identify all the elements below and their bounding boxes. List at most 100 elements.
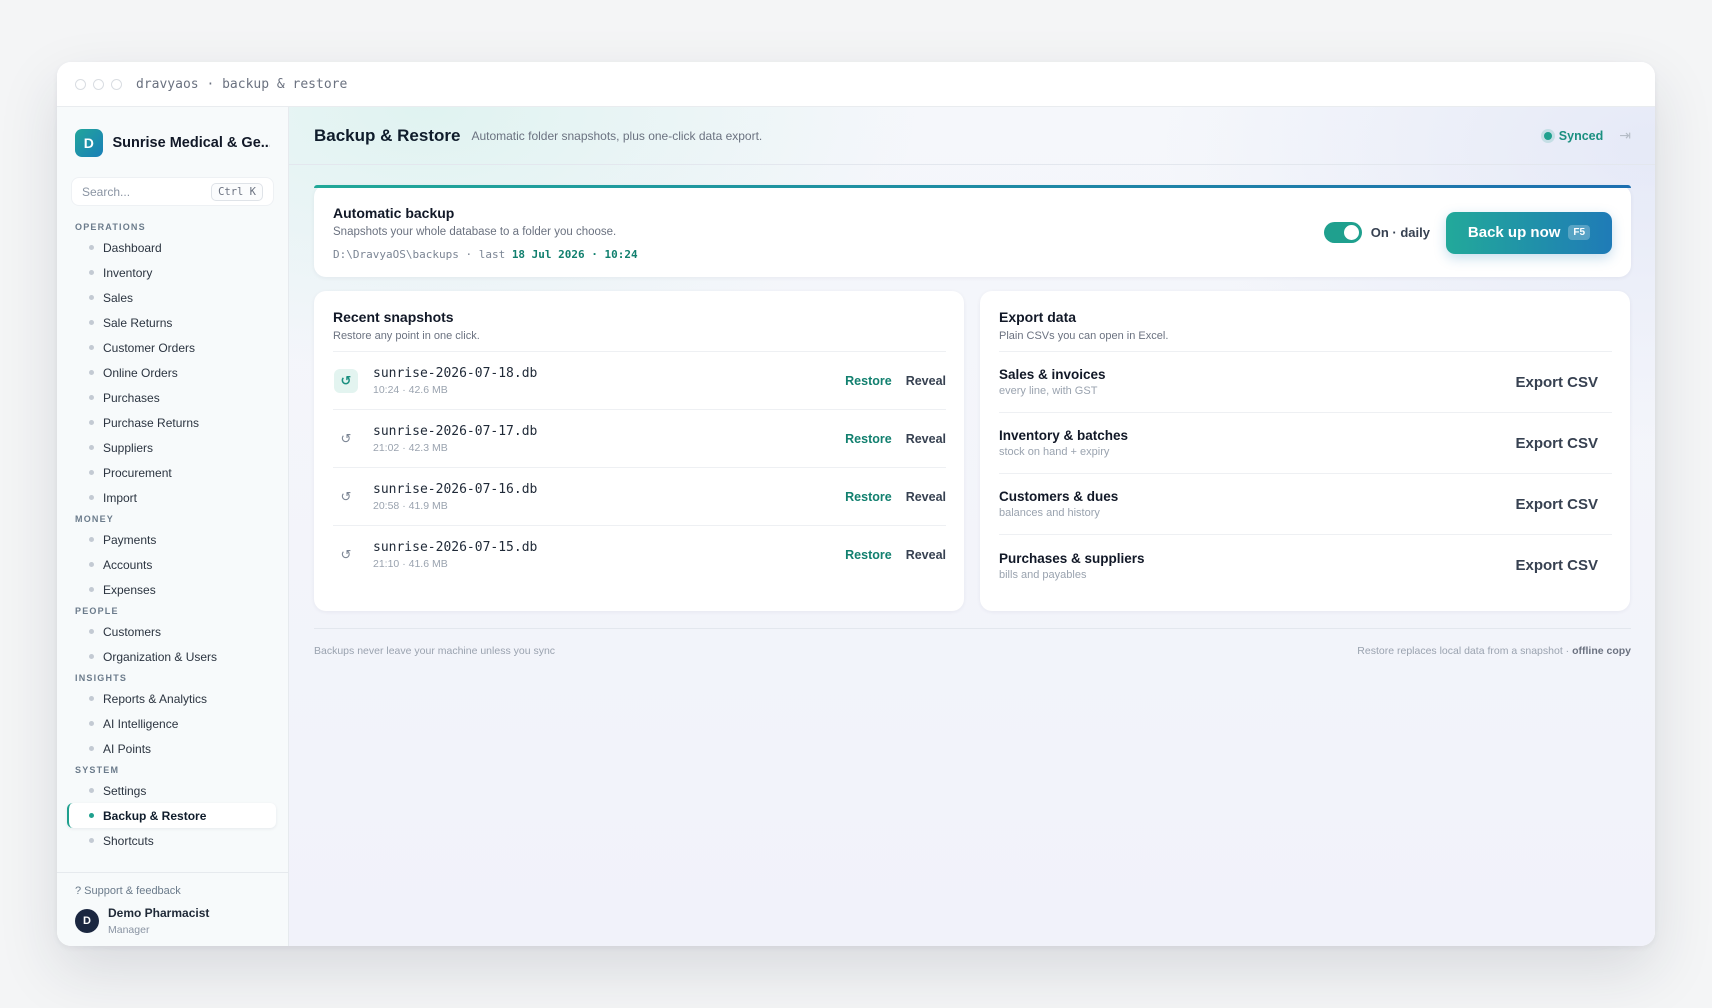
sidebar-item-payments[interactable]: Payments bbox=[67, 527, 276, 552]
minimize-window-button[interactable] bbox=[93, 78, 104, 90]
sidebar-item-label: Organization & Users bbox=[103, 649, 218, 664]
export-item-subtitle: balances and history bbox=[999, 507, 1100, 519]
list-item: Sales & invoices every line, with GST Ex… bbox=[999, 352, 1612, 413]
snapshots-subtitle: Restore any point in one click. bbox=[333, 330, 946, 352]
sync-status-label: Synced bbox=[1558, 128, 1604, 143]
sync-status[interactable]: Synced bbox=[1543, 128, 1604, 143]
snapshot-meta: 21:10 · 41.6 MB bbox=[373, 558, 448, 570]
sidebar-item-purchase-returns[interactable]: Purchase Returns bbox=[67, 410, 276, 435]
nav-bullet-icon bbox=[89, 629, 94, 634]
sidebar-item-suppliers[interactable]: Suppliers bbox=[67, 435, 276, 460]
nav-bullet-icon bbox=[89, 721, 94, 726]
reveal-button[interactable]: Reveal bbox=[906, 374, 946, 388]
main-content: Backup & Restore Automatic folder snapsh… bbox=[289, 107, 1655, 946]
export-title: Export data bbox=[999, 309, 1077, 325]
nav-bullet-icon bbox=[89, 370, 94, 375]
snapshot-name: sunrise-2026-07-16.db bbox=[373, 481, 538, 497]
nav-bullet-icon bbox=[89, 320, 94, 325]
collapse-panel-icon[interactable]: ⇥ bbox=[1619, 127, 1631, 144]
search-input[interactable]: Search... Ctrl K bbox=[71, 177, 274, 206]
export-csv-button[interactable]: Export CSV bbox=[1515, 435, 1598, 452]
sidebar-item-purchases[interactable]: Purchases bbox=[67, 385, 276, 410]
restore-button[interactable]: Restore bbox=[845, 432, 892, 446]
sidebar-item-shortcuts[interactable]: Shortcuts bbox=[67, 828, 276, 853]
sidebar-item-sales[interactable]: Sales bbox=[67, 285, 276, 310]
sidebar-item-label: Suppliers bbox=[103, 440, 154, 455]
export-csv-button[interactable]: Export CSV bbox=[1515, 496, 1598, 513]
nav-bullet-icon bbox=[89, 445, 94, 450]
nav-bullet-icon bbox=[89, 495, 94, 500]
maximize-window-button[interactable] bbox=[111, 78, 122, 90]
nav-bullet-icon bbox=[89, 813, 94, 818]
sidebar-item-label: Dashboard bbox=[103, 240, 162, 255]
org-switcher[interactable]: D Sunrise Medical & Ge... bbox=[57, 107, 288, 165]
sidebar-item-organization-users[interactable]: Organization & Users bbox=[67, 644, 276, 669]
back-up-now-label: Back up now bbox=[1467, 224, 1561, 241]
page-subtitle: Automatic folder snapshots, plus one-cli… bbox=[471, 128, 763, 143]
sidebar-item-sale-returns[interactable]: Sale Returns bbox=[67, 310, 276, 335]
title-bar: dravyaos · backup & restore bbox=[57, 62, 1655, 107]
reveal-button[interactable]: Reveal bbox=[906, 432, 946, 446]
backup-path: D:\DravyaOS\backups · last 18 Jul 2026 ·… bbox=[333, 248, 638, 261]
list-item: ↺ sunrise-2026-07-15.db 21:10 · 41.6 MB … bbox=[333, 526, 946, 584]
sidebar-item-backup-restore[interactable]: Backup & Restore bbox=[67, 803, 276, 828]
sidebar-item-customer-orders[interactable]: Customer Orders bbox=[67, 335, 276, 360]
back-up-now-button[interactable]: Back up now F5 bbox=[1446, 211, 1612, 254]
reveal-button[interactable]: Reveal bbox=[906, 548, 946, 562]
sidebar-item-label: Import bbox=[103, 490, 138, 505]
restore-history-icon: ↺ bbox=[340, 488, 352, 504]
snapshot-meta: 10:24 · 42.6 MB bbox=[373, 383, 448, 396]
sidebar-item-label: Accounts bbox=[103, 557, 153, 572]
auto-backup-title: Automatic backup bbox=[333, 204, 455, 221]
footer-offline-copy: offline copy bbox=[1572, 645, 1631, 657]
auto-backup-subtitle: Snapshots your whole database to a folde… bbox=[333, 225, 617, 238]
export-item-title: Sales & invoices bbox=[999, 367, 1106, 382]
sidebar-item-label: AI Points bbox=[103, 741, 152, 756]
export-csv-button[interactable]: Export CSV bbox=[1515, 374, 1598, 391]
sidebar-item-label: Sale Returns bbox=[103, 315, 173, 330]
sidebar-item-label: Payments bbox=[103, 532, 157, 547]
sidebar-item-accounts[interactable]: Accounts bbox=[67, 552, 276, 577]
export-csv-button[interactable]: Export CSV bbox=[1515, 557, 1598, 574]
user-profile[interactable]: D Demo Pharmacist Manager bbox=[75, 906, 270, 936]
reveal-button[interactable]: Reveal bbox=[906, 490, 946, 504]
list-item: ↺ sunrise-2026-07-17.db 21:02 · 42.3 MB … bbox=[333, 410, 946, 468]
nav-bullet-icon bbox=[89, 420, 94, 425]
sidebar-footer: ? Support & feedback D Demo Pharmacist M… bbox=[57, 872, 288, 946]
nav-bullet-icon bbox=[89, 395, 94, 400]
restore-button[interactable]: Restore bbox=[845, 490, 892, 504]
nav-bullet-icon bbox=[89, 470, 94, 475]
org-name: Sunrise Medical & Ge... bbox=[112, 135, 271, 151]
sidebar-item-ai-intelligence[interactable]: AI Intelligence bbox=[67, 711, 276, 736]
restore-button[interactable]: Restore bbox=[845, 548, 892, 562]
page-header: Backup & Restore Automatic folder snapsh… bbox=[289, 107, 1655, 165]
restore-button[interactable]: Restore bbox=[845, 374, 892, 388]
sidebar-item-label: Purchase Returns bbox=[103, 415, 200, 430]
automatic-backup-card: Automatic backup Snapshots your whole da… bbox=[314, 185, 1631, 277]
nav-bullet-icon bbox=[89, 788, 94, 793]
auto-backup-toggle[interactable] bbox=[1323, 222, 1362, 243]
sidebar-item-customers[interactable]: Customers bbox=[67, 619, 276, 644]
window-title: dravyaos · backup & restore bbox=[136, 76, 348, 92]
sidebar-item-label: Sales bbox=[103, 290, 134, 305]
restore-history-icon: ↺ bbox=[340, 547, 352, 562]
sidebar-item-inventory[interactable]: Inventory bbox=[67, 260, 276, 285]
sidebar-item-settings[interactable]: Settings bbox=[67, 778, 276, 803]
sidebar-item-reports-analytics[interactable]: Reports & Analytics bbox=[67, 686, 276, 711]
sidebar-item-procurement[interactable]: Procurement bbox=[67, 460, 276, 485]
nav-bullet-icon bbox=[89, 562, 94, 567]
snapshot-name: sunrise-2026-07-18.db bbox=[373, 365, 538, 381]
support-feedback-link[interactable]: ? Support & feedback bbox=[75, 885, 270, 897]
sidebar-item-import[interactable]: Import bbox=[67, 485, 276, 510]
user-name: Demo Pharmacist bbox=[108, 906, 210, 920]
export-list: Sales & invoices every line, with GST Ex… bbox=[999, 352, 1612, 596]
close-window-button[interactable] bbox=[75, 78, 86, 90]
footer-left-note: Backups never leave your machine unless … bbox=[314, 645, 556, 657]
restore-history-icon: ↺ bbox=[334, 368, 358, 393]
nav-bullet-icon bbox=[89, 345, 94, 350]
sidebar-item-ai-points[interactable]: AI Points bbox=[67, 736, 276, 761]
sidebar-item-expenses[interactable]: Expenses bbox=[67, 577, 276, 602]
sidebar-item-dashboard[interactable]: Dashboard bbox=[67, 235, 276, 260]
export-item-title: Inventory & batches bbox=[999, 428, 1129, 443]
sidebar-item-online-orders[interactable]: Online Orders bbox=[67, 360, 276, 385]
